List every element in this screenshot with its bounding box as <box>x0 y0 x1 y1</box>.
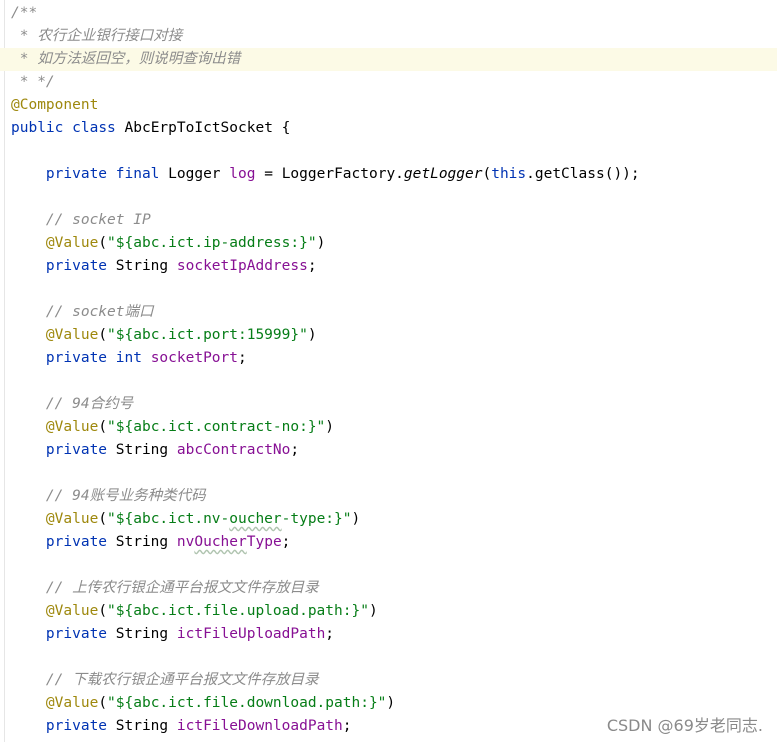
line-comment: // 上传农行银企通平台报文文件存放目录 <box>45 580 319 596</box>
keyword: private <box>45 258 108 274</box>
watermark: CSDN @69岁老同志. <box>606 716 763 735</box>
code-line: private String socketIpAddress; <box>45 258 317 274</box>
code-line: @Value("${abc.ict.file.download.path:}") <box>45 695 396 711</box>
keyword: private <box>45 350 108 366</box>
code-line: private String ictFileDownloadPath; <box>45 718 352 734</box>
string-literal: "${abc.ict.nv-oucher-type:}" <box>107 511 351 527</box>
annotation: @Value <box>45 695 99 711</box>
code-line: private String nvOucherType; <box>45 534 291 550</box>
doc-comment: * 如方法返回空，则说明查询出错 <box>11 51 241 67</box>
keyword: private <box>45 718 108 734</box>
string-literal: "${abc.ict.ip-address:}" <box>107 235 317 251</box>
code-line: private String abcContractNo; <box>45 442 300 458</box>
field-name: socketPort <box>150 350 239 366</box>
doc-comment: /** <box>11 5 38 21</box>
type-name: String <box>115 626 169 642</box>
string-literal: "${abc.ict.port:15999}" <box>107 327 308 343</box>
paren: ( <box>482 166 492 182</box>
field-name: log <box>229 166 256 182</box>
field-name: nvOucherType <box>177 534 282 550</box>
keyword: private <box>45 166 108 182</box>
code-line: @Value("${abc.ict.ip-address:}") <box>45 235 326 251</box>
code-line: @Component <box>11 94 98 117</box>
field-name: ictFileDownloadPath <box>176 718 343 734</box>
typo-underlined-text: oucher <box>229 511 282 527</box>
keyword: private <box>45 626 108 642</box>
code-line: private int socketPort; <box>45 350 247 366</box>
class-ref: LoggerFactory. <box>281 166 404 182</box>
annotation: @Value <box>45 235 99 251</box>
code-line: public class AbcErpToIctSocket { <box>11 117 290 140</box>
code-line: @Value("${abc.ict.file.upload.path:}") <box>45 603 378 619</box>
name-part: Type <box>246 534 282 550</box>
line-comment: // 94账号业务种类代码 <box>45 488 206 504</box>
brace: { <box>281 120 291 136</box>
type-name: String <box>115 718 169 734</box>
annotation: @Value <box>45 603 99 619</box>
keyword: final <box>115 166 160 182</box>
code-line: // socket端口 <box>11 301 154 324</box>
method-call: getLogger <box>403 166 483 182</box>
keyword: private <box>45 442 108 458</box>
code-line: @Value("${abc.ict.contract-no:}") <box>45 419 335 435</box>
doc-comment: * 农行企业银行接口对接 <box>11 28 183 44</box>
fold-gutter <box>4 0 5 742</box>
string-literal: "${abc.ict.file.download.path:}" <box>107 695 387 711</box>
doc-comment: * */ <box>11 74 55 90</box>
string-literal: "${abc.ict.file.upload.path:}" <box>107 603 369 619</box>
field-name: socketIpAddress <box>176 258 308 274</box>
operator: = <box>264 166 273 182</box>
annotation: @Value <box>45 511 99 527</box>
code-line: * */ <box>11 71 55 94</box>
code-line: private final Logger log = LoggerFactory… <box>11 163 640 186</box>
keyword: private <box>45 534 108 550</box>
keyword: this <box>491 166 527 182</box>
string-part: "${abc.ict.nv- <box>107 511 230 527</box>
string-part: -type:}" <box>281 511 352 527</box>
code-line: // 下载农行银企通平台报文文件存放目录 <box>11 669 319 692</box>
keyword: public <box>11 120 64 136</box>
code-line: /** <box>11 2 37 25</box>
annotation: @Component <box>11 97 99 113</box>
line-comment: // 下载农行银企通平台报文文件存放目录 <box>45 672 319 688</box>
type-name: String <box>115 534 169 550</box>
code-line: // 94账号业务种类代码 <box>11 485 206 508</box>
field-name: ictFileUploadPath <box>176 626 326 642</box>
annotation: @Value <box>45 419 99 435</box>
line-comment: // 94合约号 <box>45 396 134 412</box>
code-line: * 农行企业银行接口对接 <box>11 25 182 48</box>
code-editor[interactable]: /** * 农行企业银行接口对接 * 如方法返回空，则说明查询出错 * */ @… <box>0 0 777 742</box>
class-name: AbcErpToIctSocket <box>124 120 273 136</box>
annotation: @Value <box>45 327 99 343</box>
code-line: @Value("${abc.ict.nv-oucher-type:}") <box>45 511 361 527</box>
string-literal: "${abc.ict.contract-no:}" <box>107 419 326 435</box>
code-line: // 上传农行银企通平台报文文件存放目录 <box>11 577 319 600</box>
code-line: @Value("${abc.ict.port:15999}") <box>45 327 317 343</box>
type-name: Logger <box>168 166 221 182</box>
typo-underlined-text: Oucher <box>194 534 247 550</box>
name-part: nv <box>176 534 195 550</box>
field-name: abcContractNo <box>176 442 291 458</box>
code-line: private String ictFileUploadPath; <box>45 626 335 642</box>
type-name: String <box>115 258 169 274</box>
code-line: // socket IP <box>11 209 151 232</box>
code-line: // 94合约号 <box>11 393 133 416</box>
type-name: String <box>115 442 169 458</box>
call-rest: .getClass()); <box>526 166 640 182</box>
keyword: class <box>72 120 116 136</box>
line-comment: // socket端口 <box>45 304 154 320</box>
line-comment: // socket IP <box>45 212 151 228</box>
code-line: * 如方法返回空，则说明查询出错 <box>11 48 240 71</box>
keyword: int <box>115 350 142 366</box>
